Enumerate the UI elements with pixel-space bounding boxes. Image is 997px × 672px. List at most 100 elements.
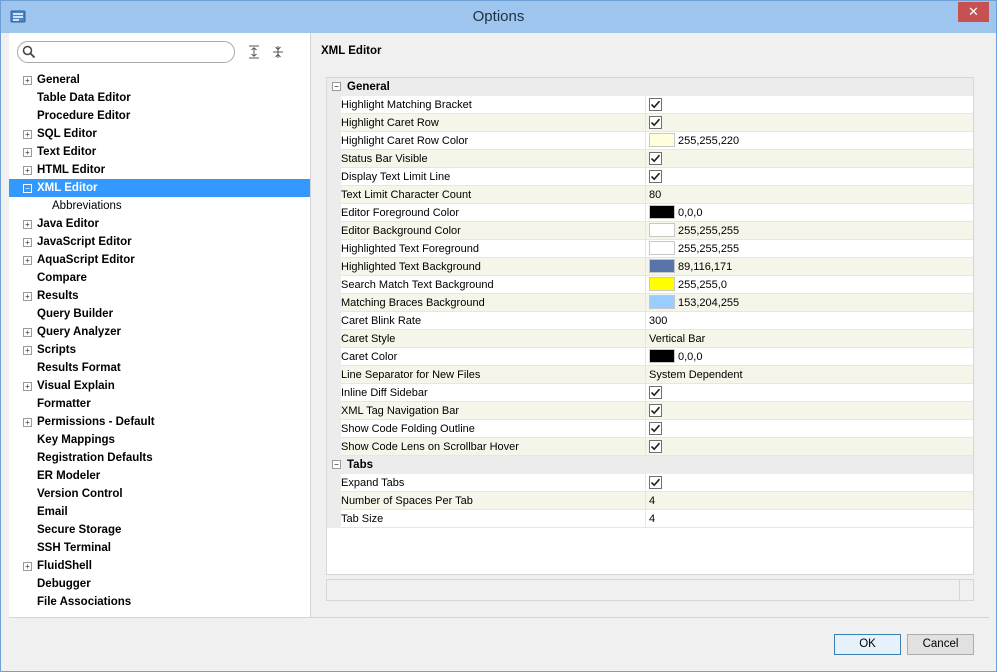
property-row[interactable]: Editor Foreground Color 0,0,0 xyxy=(327,204,973,222)
ok-button[interactable]: OK xyxy=(834,634,901,655)
expand-icon[interactable]: + xyxy=(23,256,32,265)
checkbox[interactable] xyxy=(649,403,662,417)
checkbox[interactable] xyxy=(649,115,662,129)
color-swatch[interactable] xyxy=(649,223,675,238)
tree-item-email[interactable]: Email xyxy=(9,503,310,521)
property-row[interactable]: Search Match Text Background 255,255,0 xyxy=(327,276,973,294)
tree-item-query-builder[interactable]: Query Builder xyxy=(9,305,310,323)
collapse-icon[interactable]: − xyxy=(23,184,32,193)
color-swatch[interactable] xyxy=(649,133,675,148)
tree-item-file-associations[interactable]: File Associations xyxy=(9,593,310,611)
property-value[interactable] xyxy=(645,114,973,132)
tree-item-secure-storage[interactable]: Secure Storage xyxy=(9,521,310,539)
expand-icon[interactable]: + xyxy=(23,562,32,571)
color-swatch[interactable] xyxy=(649,295,675,310)
property-value[interactable]: 300 xyxy=(645,312,973,330)
tree-item-scripts[interactable]: + Scripts xyxy=(9,341,310,359)
checkbox[interactable] xyxy=(649,439,662,453)
checkbox[interactable] xyxy=(649,385,662,399)
tree-item-results-format[interactable]: Results Format xyxy=(9,359,310,377)
property-value[interactable]: 153,204,255 xyxy=(645,294,973,312)
tree-item-procedure-editor[interactable]: Procedure Editor xyxy=(9,107,310,125)
color-swatch[interactable] xyxy=(649,349,675,364)
property-row[interactable]: Caret Blink Rate 300 xyxy=(327,312,973,330)
expand-icon[interactable]: + xyxy=(23,220,32,229)
property-value[interactable] xyxy=(645,474,973,492)
property-row[interactable]: Inline Diff Sidebar xyxy=(327,384,973,402)
property-row[interactable]: Highlight Caret Row Color 255,255,220 xyxy=(327,132,973,150)
expand-icon[interactable]: + xyxy=(23,418,32,427)
property-row[interactable]: Status Bar Visible xyxy=(327,150,973,168)
tree-item-compare[interactable]: Compare xyxy=(9,269,310,287)
expand-icon[interactable]: + xyxy=(23,238,32,247)
property-row[interactable]: Display Text Limit Line xyxy=(327,168,973,186)
tree-item-query-analyzer[interactable]: + Query Analyzer xyxy=(9,323,310,341)
property-value[interactable]: Vertical Bar xyxy=(645,330,973,348)
color-swatch[interactable] xyxy=(649,205,675,220)
expand-all-icon[interactable] xyxy=(247,45,261,59)
cancel-button[interactable]: Cancel xyxy=(907,634,974,655)
property-value[interactable]: 255,255,0 xyxy=(645,276,973,294)
property-value[interactable] xyxy=(645,438,973,456)
tree-item-formatter[interactable]: Formatter xyxy=(9,395,310,413)
tree-item-abbreviations[interactable]: Abbreviations xyxy=(9,197,310,215)
property-row[interactable]: Highlighted Text Foreground 255,255,255 xyxy=(327,240,973,258)
expand-icon[interactable]: + xyxy=(23,328,32,337)
checkbox[interactable] xyxy=(649,421,662,435)
collapse-icon[interactable]: − xyxy=(332,82,341,91)
property-row[interactable]: Caret Color 0,0,0 xyxy=(327,348,973,366)
expand-icon[interactable]: + xyxy=(23,130,32,139)
property-row[interactable]: Tab Size 4 xyxy=(327,510,973,528)
checkbox[interactable] xyxy=(649,151,662,165)
tree-item-visual-explain[interactable]: + Visual Explain xyxy=(9,377,310,395)
property-value[interactable] xyxy=(645,420,973,438)
property-row[interactable]: Number of Spaces Per Tab 4 xyxy=(327,492,973,510)
tree-item-html-editor[interactable]: + HTML Editor xyxy=(9,161,310,179)
color-swatch[interactable] xyxy=(649,259,675,274)
tree-item-results[interactable]: + Results xyxy=(9,287,310,305)
tree-item-key-mappings[interactable]: Key Mappings xyxy=(9,431,310,449)
color-swatch[interactable] xyxy=(649,277,675,292)
property-row[interactable]: Caret Style Vertical Bar xyxy=(327,330,973,348)
tree-item-java-editor[interactable]: + Java Editor xyxy=(9,215,310,233)
property-row[interactable]: Matching Braces Background 153,204,255 xyxy=(327,294,973,312)
collapse-icon[interactable]: − xyxy=(332,460,341,469)
tree-item-version-control[interactable]: Version Control xyxy=(9,485,310,503)
property-value[interactable]: 0,0,0 xyxy=(645,204,973,222)
property-value[interactable]: 80 xyxy=(645,186,973,204)
property-value[interactable]: 4 xyxy=(645,492,973,510)
tree-item-table-data-editor[interactable]: Table Data Editor xyxy=(9,89,310,107)
property-row[interactable]: Show Code Lens on Scrollbar Hover xyxy=(327,438,973,456)
expand-icon[interactable]: + xyxy=(23,148,32,157)
tree-item-er-modeler[interactable]: ER Modeler xyxy=(9,467,310,485)
collapse-all-icon[interactable] xyxy=(271,45,285,59)
checkbox[interactable] xyxy=(649,169,662,183)
tree-item-xml-editor[interactable]: − XML Editor xyxy=(9,179,310,197)
property-value[interactable]: 4 xyxy=(645,510,973,528)
property-value[interactable] xyxy=(645,402,973,420)
property-row[interactable]: Text Limit Character Count 80 xyxy=(327,186,973,204)
property-row[interactable]: XML Tag Navigation Bar xyxy=(327,402,973,420)
tree-item-text-editor[interactable]: + Text Editor xyxy=(9,143,310,161)
property-value[interactable]: 89,116,171 xyxy=(645,258,973,276)
property-value[interactable] xyxy=(645,168,973,186)
search-input[interactable] xyxy=(17,41,235,63)
category-row[interactable]: − General xyxy=(327,78,973,96)
close-button[interactable]: ✕ xyxy=(958,2,989,22)
property-value[interactable]: System Dependent xyxy=(645,366,973,384)
tree-item-general[interactable]: + General xyxy=(9,71,310,89)
property-row[interactable]: Show Code Folding Outline xyxy=(327,420,973,438)
color-swatch[interactable] xyxy=(649,241,675,256)
tree-item-fluidshell[interactable]: + FluidShell xyxy=(9,557,310,575)
expand-icon[interactable]: + xyxy=(23,76,32,85)
expand-icon[interactable]: + xyxy=(23,166,32,175)
expand-icon[interactable]: + xyxy=(23,346,32,355)
expand-icon[interactable]: + xyxy=(23,382,32,391)
property-value[interactable]: 0,0,0 xyxy=(645,348,973,366)
description-scrollbar[interactable] xyxy=(959,580,973,600)
tree-item-sql-editor[interactable]: + SQL Editor xyxy=(9,125,310,143)
property-row[interactable]: Editor Background Color 255,255,255 xyxy=(327,222,973,240)
checkbox[interactable] xyxy=(649,97,662,111)
property-value[interactable]: 255,255,220 xyxy=(645,132,973,150)
property-row[interactable]: Highlight Caret Row xyxy=(327,114,973,132)
